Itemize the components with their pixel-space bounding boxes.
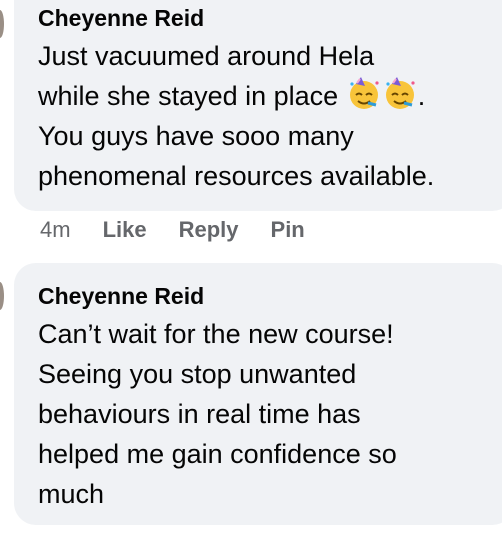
- reply-button[interactable]: Reply: [179, 217, 239, 243]
- comment-bubble: Cheyenne Reid Just vacuumed around Hela …: [14, 0, 502, 211]
- partying-face-icon: [349, 77, 379, 109]
- comment-timestamp[interactable]: 4m: [40, 217, 71, 243]
- comment-text: Just vacuumed around Hela while she stay…: [38, 36, 500, 196]
- comment-bubble: Cheyenne Reid Can’t wait for the new cou…: [14, 263, 502, 525]
- comment-actions: 4m Like Reply Pin: [40, 212, 337, 248]
- comment-author[interactable]: Cheyenne Reid: [38, 4, 500, 32]
- comment-text: Can’t wait for the new course! Seeing yo…: [38, 319, 397, 509]
- partying-face-icon: [385, 77, 415, 109]
- avatar[interactable]: [0, 10, 4, 38]
- like-button[interactable]: Like: [103, 217, 147, 243]
- avatar[interactable]: [0, 282, 4, 310]
- comments-thread: Cheyenne Reid Just vacuumed around Hela …: [0, 0, 502, 534]
- comment-text-part: Just vacuumed around Hela while she stay…: [38, 41, 375, 111]
- pin-button[interactable]: Pin: [271, 217, 305, 243]
- comment-author[interactable]: Cheyenne Reid: [38, 282, 500, 310]
